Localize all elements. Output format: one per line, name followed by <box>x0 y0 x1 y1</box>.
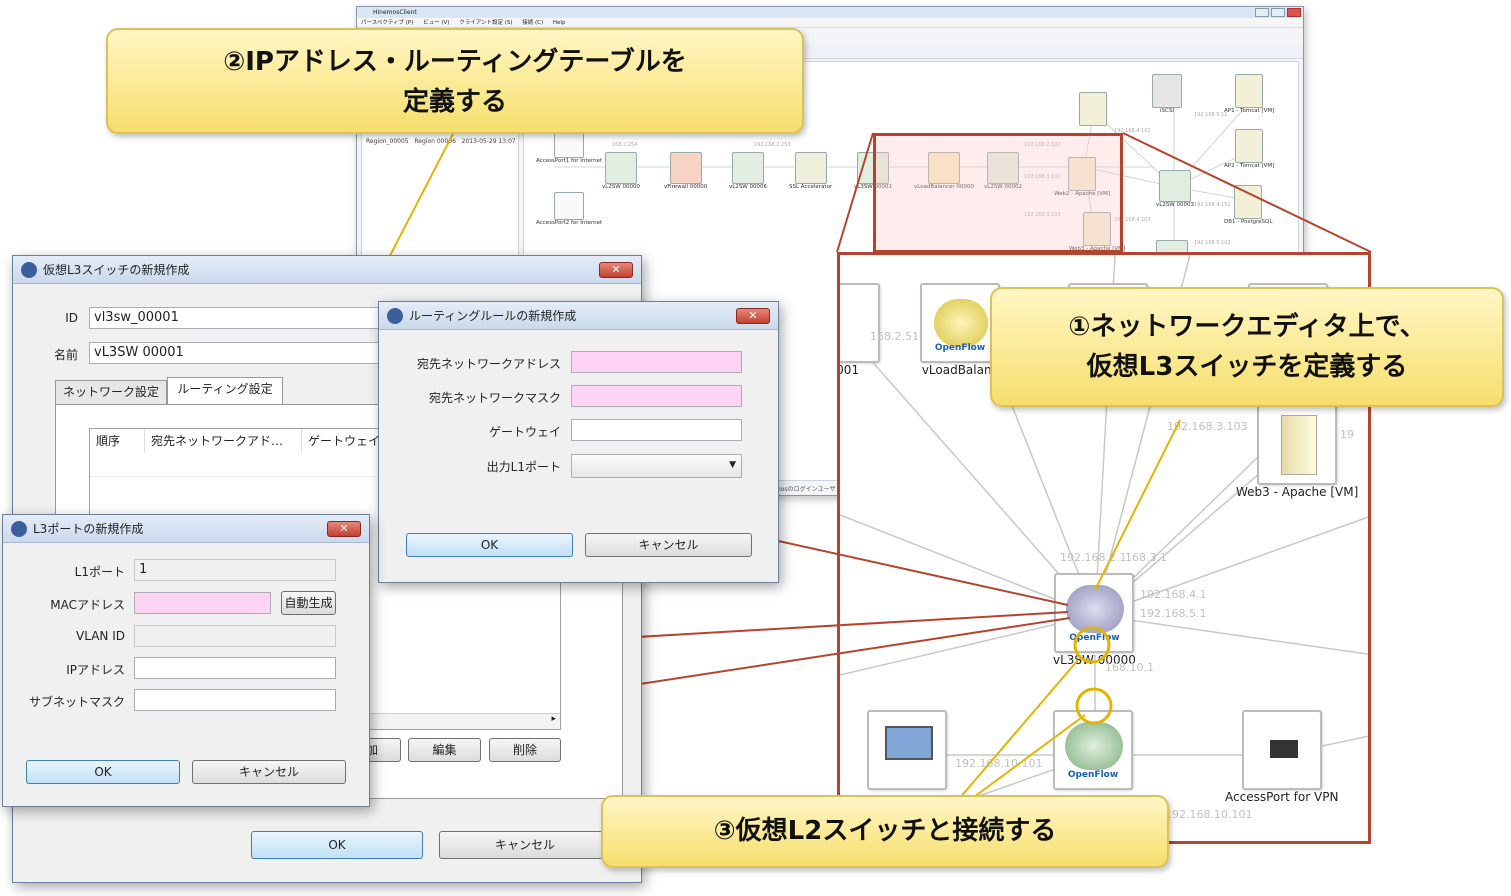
subnet-mask-label: サブネットマスク <box>28 695 125 709</box>
ip-address-field[interactable] <box>134 657 336 679</box>
cancel-button[interactable]: キャンセル <box>439 831 611 859</box>
dialog-titlebar: 仮想L3スイッチの新規作成 ✕ <box>13 256 641 284</box>
ok-button[interactable]: OK <box>26 760 180 784</box>
cancel-button[interactable]: キャンセル <box>585 533 752 557</box>
callout-l2-connect: ③仮想L2スイッチと接続する <box>601 795 1169 868</box>
tab-routing-settings[interactable]: ルーティング設定 <box>167 377 283 404</box>
dest-address-field[interactable] <box>571 351 742 373</box>
callout-routing-table: ②IPアドレス・ルーティングテーブルを 定義する <box>106 28 804 134</box>
subnet-mask-field[interactable] <box>134 689 336 711</box>
callout-text: 定義する <box>402 87 507 117</box>
vlan-id-field[interactable] <box>134 625 336 647</box>
dest-mask-field[interactable] <box>571 385 742 407</box>
callout-text: ②IPアドレス・ルーティングテーブルを <box>223 47 687 77</box>
l1-port-label: L1ポート <box>74 565 125 579</box>
callout-text: ③仮想L2スイッチと接続する <box>713 816 1057 846</box>
app-logo-icon <box>11 521 27 537</box>
vlan-id-label: VLAN ID <box>76 629 125 643</box>
close-button[interactable]: ✕ <box>599 262 633 278</box>
dest-address-label: 宛先ネットワークアドレス <box>416 357 561 371</box>
dialog-title: ルーティングルールの新規作成 <box>409 309 577 323</box>
column-header[interactable]: 順序 <box>90 429 145 453</box>
tab-network-settings[interactable]: ネットワーク設定 <box>55 380 167 404</box>
cancel-button[interactable]: キャンセル <box>192 760 346 784</box>
auto-generate-button[interactable]: 自動生成 <box>281 591 336 615</box>
output-port-label: 出力L1ポート <box>486 460 561 474</box>
dialog-titlebar: ルーティングルールの新規作成 ✕ <box>379 302 778 330</box>
dialog-title: 仮想L3スイッチの新規作成 <box>43 263 190 277</box>
routing-rule-dialog: ルーティングルールの新規作成 ✕ 宛先ネットワークアドレス 宛先ネットワークマス… <box>378 301 779 583</box>
ok-button[interactable]: OK <box>406 533 573 557</box>
gateway-field[interactable] <box>571 419 742 441</box>
app-logo-icon <box>387 308 403 324</box>
dialog-title: L3ポートの新規作成 <box>33 522 144 536</box>
close-button[interactable]: ✕ <box>736 308 770 324</box>
callout-network-editor: ①ネットワークエディタ上で、 仮想L3スイッチを定義する <box>990 287 1504 407</box>
callout-text: 仮想L3スイッチを定義する <box>1086 352 1408 382</box>
callout-text: ①ネットワークエディタ上で、 <box>1068 312 1426 342</box>
mac-address-label: MACアドレス <box>50 598 125 612</box>
dest-mask-label: 宛先ネットワークマスク <box>428 391 561 405</box>
l3-port-dialog: L3ポートの新規作成 ✕ L1ポート 1 MACアドレス 自動生成 VLAN I… <box>2 514 370 807</box>
app-logo-icon <box>21 262 37 278</box>
column-header[interactable]: 宛先ネットワークアド… <box>145 429 302 453</box>
output-port-select[interactable]: ▼ <box>571 454 742 478</box>
mac-address-field[interactable] <box>134 592 271 614</box>
ip-address-label: IPアドレス <box>66 663 125 677</box>
id-label: ID <box>65 311 78 325</box>
scroll-right-icon[interactable]: ▸ <box>551 714 556 724</box>
l1-port-field[interactable]: 1 <box>134 559 336 581</box>
edit-button[interactable]: 編集 <box>408 738 481 762</box>
chevron-down-icon: ▼ <box>729 460 736 470</box>
ok-button[interactable]: OK <box>251 831 423 859</box>
delete-button[interactable]: 削除 <box>489 738 561 762</box>
gateway-label: ゲートウェイ <box>488 425 561 439</box>
dialog-titlebar: L3ポートの新規作成 ✕ <box>3 515 369 543</box>
close-button[interactable]: ✕ <box>327 521 361 537</box>
name-label: 名前 <box>53 348 78 362</box>
